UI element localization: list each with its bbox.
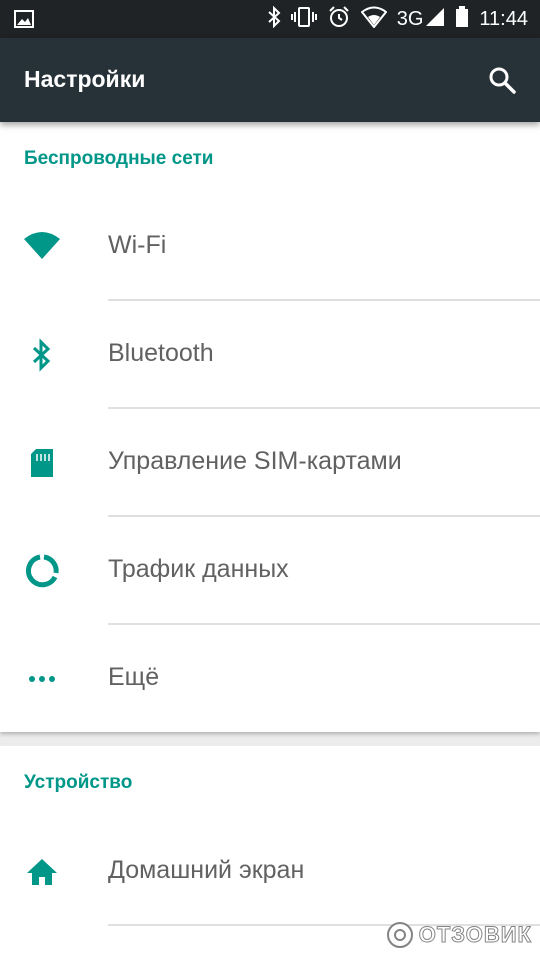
settings-item-label: Wi-Fi: [108, 231, 167, 259]
settings-item-sim[interactable]: Управление SIM-картами: [0, 409, 540, 517]
watermark: ОТЗОВИК: [385, 920, 532, 950]
watermark-text: ОТЗОВИК: [418, 922, 532, 948]
settings-item-label: Домашний экран: [108, 856, 305, 884]
section-header-wireless: Беспроводные сети: [24, 148, 214, 169]
home-icon: [24, 854, 60, 890]
section-header-device: Устройство: [24, 772, 133, 793]
app-toolbar: Настройки: [0, 38, 540, 122]
clock: 11:44: [479, 7, 528, 30]
settings-item-home-screen[interactable]: Домашний экран: [0, 818, 540, 926]
data-usage-icon: [24, 553, 60, 589]
settings-item-label: Ещё: [108, 663, 160, 691]
cell-signal-icon: [425, 7, 445, 32]
settings-item-data-usage[interactable]: Трафик данных: [0, 517, 540, 625]
network-type-text: 3G: [396, 7, 424, 30]
battery-icon: [455, 5, 469, 33]
wifi-icon: [24, 229, 60, 265]
image-notification-icon: [14, 9, 34, 34]
settings-item-label: Управление SIM-картами: [108, 447, 402, 475]
more-dots-icon: [24, 661, 60, 697]
search-icon[interactable]: [486, 64, 518, 96]
settings-item-bluetooth[interactable]: Bluetooth: [0, 301, 540, 409]
sim-card-icon: [24, 445, 60, 481]
status-bar: 3G 11:44: [0, 0, 540, 38]
settings-item-label: Bluetooth: [108, 339, 214, 367]
alarm-icon: [327, 5, 351, 34]
bluetooth-icon: [24, 337, 60, 373]
settings-item-wifi[interactable]: Wi-Fi: [0, 193, 540, 301]
bluetooth-status-icon: [267, 5, 281, 33]
settings-item-label: Трафик данных: [108, 555, 289, 583]
settings-item-more[interactable]: Ещё: [0, 625, 540, 733]
watermark-logo-icon: [386, 922, 413, 948]
wifi-signal-icon: [360, 6, 388, 33]
vibrate-icon: [290, 6, 317, 33]
page-title: Настройки: [24, 66, 146, 92]
wireless-networks-section: Беспроводные сети Wi-Fi Bluetooth Управл…: [0, 122, 540, 732]
